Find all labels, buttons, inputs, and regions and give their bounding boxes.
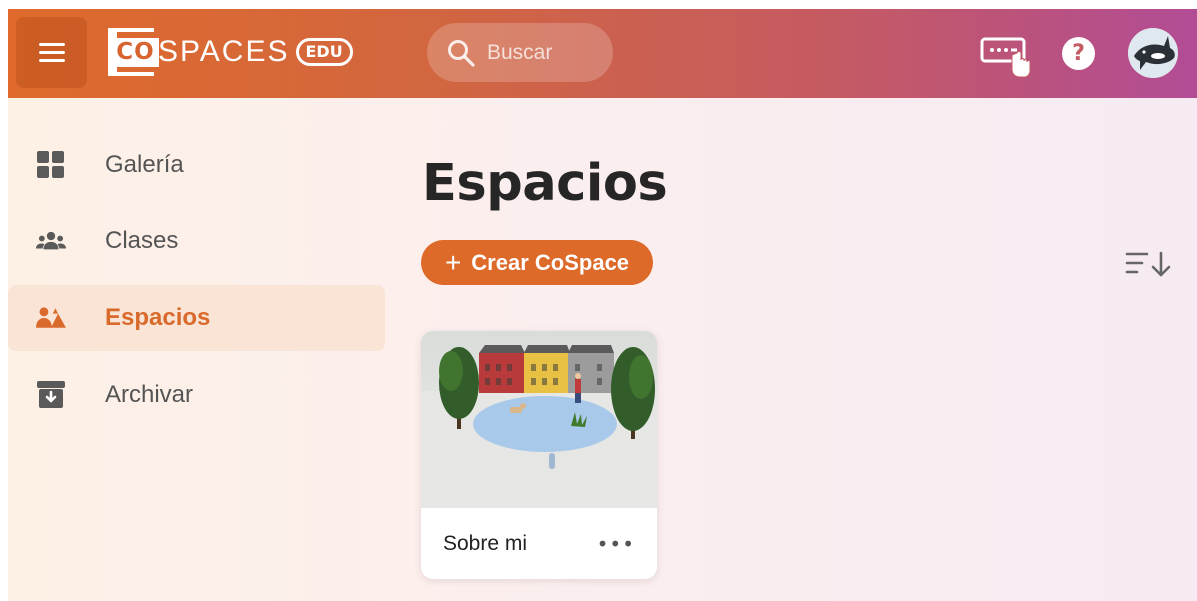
plus-icon: + (444, 246, 462, 278)
sidebar-item-label: Espacios (105, 304, 211, 331)
logo-co: CO (112, 37, 159, 67)
page-title: Espacios (422, 154, 668, 213)
sort-descending-icon (1125, 251, 1171, 277)
create-cospace-button[interactable]: + Crear CoSpace (421, 240, 653, 285)
people-icon (36, 229, 66, 253)
cospaces-logo[interactable]: CO SPACES EDU (108, 27, 353, 77)
menu-icon-bar (38, 51, 65, 54)
help-icon[interactable]: ? (1062, 37, 1095, 70)
menu-icon-bar (38, 43, 65, 46)
sidebar: Galería Clases Espacios Archivar (8, 98, 388, 601)
sidebar-item-galeria[interactable]: Galería (8, 132, 385, 198)
card-footer: Sobre mi ••• (421, 508, 657, 579)
logo-spaces: SPACES (158, 35, 290, 68)
sidebar-item-clases[interactable]: Clases (8, 208, 385, 274)
sidebar-item-archivar[interactable]: Archivar (8, 362, 385, 428)
logo-edu-badge: EDU (295, 38, 353, 66)
sidebar-item-espacios[interactable]: Espacios (8, 285, 385, 351)
search-icon (448, 39, 475, 67)
keyboard-pointer-icon (980, 37, 1031, 78)
grid-icon (36, 151, 66, 179)
sort-button[interactable] (1125, 249, 1173, 279)
orca-avatar-icon (1128, 28, 1178, 78)
cospace-thumbnail (421, 331, 657, 508)
menu-icon-bar (38, 59, 65, 62)
create-cospace-label: Crear CoSpace (471, 249, 630, 275)
sidebar-item-label: Clases (105, 227, 179, 254)
more-options-icon[interactable]: ••• (597, 532, 635, 556)
help-glyph: ? (1072, 41, 1085, 66)
search-box[interactable]: Buscar (427, 23, 613, 82)
search-placeholder: Buscar (487, 40, 553, 64)
app-frame: CO SPACES EDU Buscar ? Galería Clases Es… (8, 9, 1197, 601)
avatar[interactable] (1128, 28, 1178, 78)
archive-icon (36, 381, 66, 409)
top-bar: CO SPACES EDU Buscar ? (8, 9, 1197, 98)
cospace-name: Sobre mi (443, 531, 528, 555)
sidebar-item-label: Archivar (105, 381, 194, 408)
sidebar-item-label: Galería (105, 151, 184, 178)
logo-bracket: CO (108, 28, 159, 76)
spaces-icon (36, 305, 66, 331)
keyboard-pointer-button[interactable] (978, 35, 1038, 79)
cospace-card[interactable]: Sobre mi ••• (421, 331, 657, 579)
menu-button[interactable] (16, 17, 87, 88)
